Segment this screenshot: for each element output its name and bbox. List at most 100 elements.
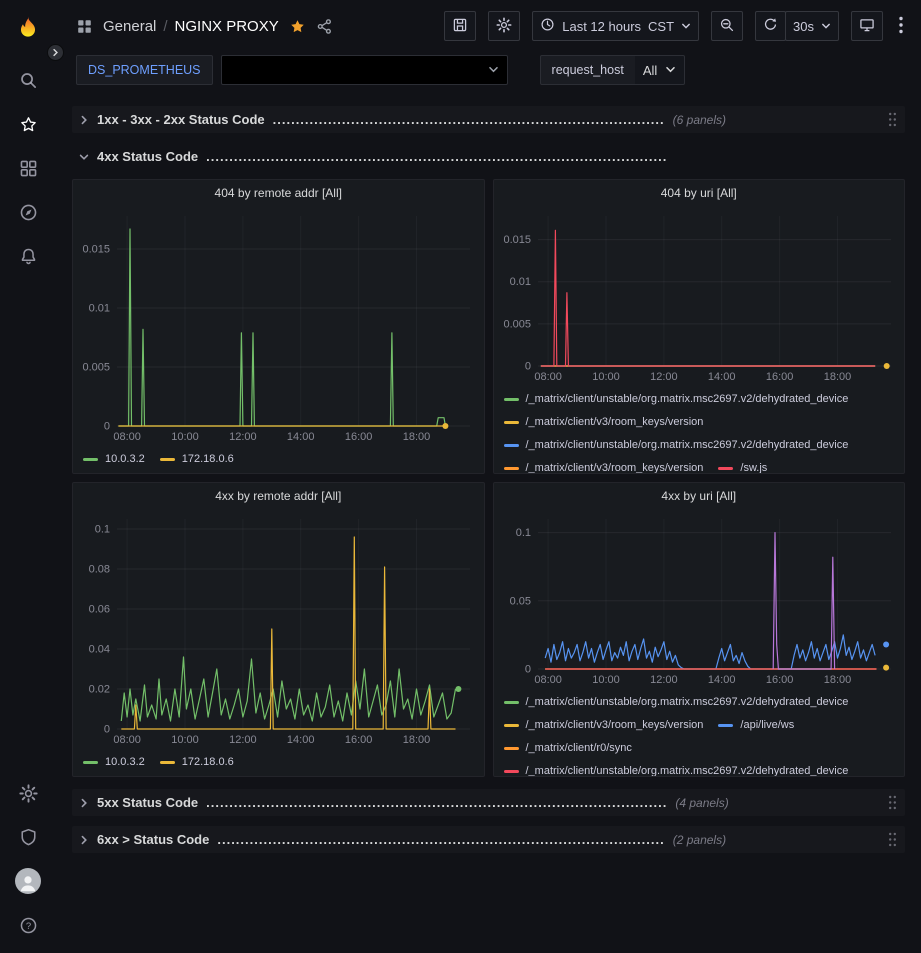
svg-text:14:00: 14:00 (707, 371, 735, 383)
save-dashboard-button[interactable] (444, 11, 476, 41)
legend-4xx-by-remote-addr: 10.0.3.2 172.18.0.6 (73, 747, 484, 771)
legend-series-label: 10.0.3.2 (105, 756, 145, 768)
chart-svg: 08:0010:0012:0014:0016:0018:0000.020.040… (73, 509, 484, 747)
sidebar-item-configuration[interactable] (8, 771, 48, 815)
svg-text:12:00: 12:00 (650, 371, 678, 383)
row-drag-handle[interactable] (887, 831, 898, 848)
row-5xx-status-code[interactable]: 5xx Status Code ........................… (72, 789, 905, 816)
svg-text:0.06: 0.06 (89, 604, 110, 616)
panel-title[interactable]: 4xx by remote addr [All] (73, 483, 484, 509)
legend-item[interactable]: /_matrix/client/v3/room_keys/version (504, 413, 704, 431)
legend-404-by-uri: /_matrix/client/unstable/org.matrix.msc2… (494, 384, 905, 473)
sidebar-item-server-admin[interactable] (8, 815, 48, 859)
svg-text:16:00: 16:00 (765, 371, 793, 383)
panel-title[interactable]: 404 by uri [All] (494, 180, 905, 206)
chart-4xx-by-remote-addr[interactable]: 08:0010:0012:0014:0016:0018:0000.020.040… (73, 509, 484, 747)
legend-series-marker (160, 761, 175, 764)
legend-series-label: /api/live/ws (740, 719, 794, 731)
legend-item[interactable]: 172.18.0.6 (160, 450, 234, 468)
refresh-interval-dropdown[interactable]: 30s (785, 11, 839, 41)
more-options-button[interactable] (895, 16, 907, 37)
svg-text:0.05: 0.05 (509, 595, 530, 607)
chevron-right-icon (79, 835, 89, 845)
chevron-right-icon (51, 45, 60, 60)
legend-item[interactable]: /_matrix/client/unstable/org.matrix.msc2… (504, 693, 849, 711)
row-6xx-status-code[interactable]: 6xx > Status Code ......................… (72, 826, 905, 853)
legend-series-marker (504, 770, 519, 773)
row-4xx-status-code[interactable]: 4xx Status Code ........................… (72, 143, 905, 170)
sidebar-item-alerting[interactable] (8, 234, 48, 278)
favorite-star-icon[interactable] (289, 18, 306, 35)
kebab-icon (899, 16, 903, 37)
zoom-out-button[interactable] (711, 11, 743, 41)
breadcrumb-dashboard-title[interactable]: NGINX PROXY (175, 18, 279, 35)
chart-404-by-remote-addr[interactable]: 08:0010:0012:0014:0016:0018:0000.0050.01… (73, 206, 484, 444)
svg-text:18:00: 18:00 (823, 674, 851, 686)
time-picker-button[interactable]: Last 12 hours CST (532, 11, 699, 41)
sidebar-item-profile[interactable] (8, 859, 48, 903)
user-avatar (15, 868, 41, 894)
variable-value-ds-prometheus[interactable] (221, 55, 508, 85)
svg-text:08:00: 08:00 (113, 431, 141, 443)
legend-item[interactable]: /_matrix/client/unstable/org.matrix.msc2… (504, 762, 849, 776)
sidebar-expand-button[interactable] (47, 44, 64, 61)
svg-text:0: 0 (104, 724, 110, 736)
variable-value-request-host[interactable]: All (635, 55, 685, 85)
svg-text:0: 0 (524, 664, 530, 676)
grafana-logo[interactable] (8, 8, 48, 48)
svg-text:12:00: 12:00 (650, 674, 678, 686)
legend-item[interactable]: 172.18.0.6 (160, 753, 234, 771)
refresh-button[interactable] (755, 11, 786, 41)
breadcrumb-folder[interactable]: General (103, 18, 156, 35)
gear-icon (19, 784, 38, 803)
sidebar-item-explore[interactable] (8, 190, 48, 234)
legend-item[interactable]: /_matrix/client/v3/room_keys/version (504, 716, 704, 734)
row-title: 4xx Status Code (97, 149, 198, 164)
legend-series-label: /_matrix/client/unstable/org.matrix.msc2… (526, 696, 849, 708)
kiosk-mode-button[interactable] (851, 11, 883, 41)
legend-item[interactable]: /_matrix/client/v3/room_keys/version (504, 459, 704, 473)
row-title: 1xx - 3xx - 2xx Status Code (97, 112, 265, 127)
bell-icon (19, 247, 38, 266)
svg-text:10:00: 10:00 (171, 734, 199, 746)
legend-series-label: 172.18.0.6 (182, 453, 234, 465)
row-1xx-3xx-2xx-status-code[interactable]: 1xx - 3xx - 2xx Status Code ............… (72, 106, 905, 133)
grafana-flame-icon (15, 15, 41, 41)
chart-404-by-uri[interactable]: 08:0010:0012:0014:0016:0018:0000.0050.01… (494, 206, 905, 384)
row-drag-handle[interactable] (887, 111, 898, 128)
legend-item[interactable]: 10.0.3.2 (83, 753, 145, 771)
row-leader-dots: ........................................… (217, 832, 664, 847)
share-icon[interactable] (316, 18, 333, 35)
dashboard-settings-button[interactable] (488, 11, 520, 41)
legend-item[interactable]: /_matrix/client/unstable/org.matrix.msc2… (504, 390, 849, 408)
panel-title[interactable]: 404 by remote addr [All] (73, 180, 484, 206)
dashboard-canvas: 1xx - 3xx - 2xx Status Code ............… (56, 94, 921, 953)
chevron-right-icon (79, 115, 89, 125)
legend-series-marker (718, 724, 733, 727)
sidebar-item-help[interactable]: ? (8, 903, 48, 947)
sidebar-item-search[interactable] (8, 58, 48, 102)
svg-text:0.005: 0.005 (503, 318, 531, 330)
panel-404-by-uri: 404 by uri [All] 08:0010:0012:0014:0016:… (493, 179, 906, 474)
panel-404-by-remote-addr: 404 by remote addr [All] 08:0010:0012:00… (72, 179, 485, 474)
row-drag-handle[interactable] (887, 794, 898, 811)
sidebar-item-dashboards[interactable] (8, 146, 48, 190)
panel-title[interactable]: 4xx by uri [All] (494, 483, 905, 509)
legend-item[interactable]: /_matrix/client/r0/sync (504, 739, 632, 757)
panel-title-text: 4xx by remote addr [All] (215, 489, 341, 503)
chart-4xx-by-uri[interactable]: 08:0010:0012:0014:0016:0018:0000.050.1 (494, 509, 905, 687)
dashboard-grid-icon[interactable] (76, 18, 93, 35)
legend-item[interactable]: /sw.js (718, 459, 767, 473)
legend-item[interactable]: /api/live/ws (718, 716, 794, 734)
sidebar: ? (0, 0, 56, 953)
legend-item[interactable]: /_matrix/client/unstable/org.matrix.msc2… (504, 436, 849, 454)
legend-item[interactable]: 10.0.3.2 (83, 450, 145, 468)
sidebar-item-starred[interactable] (8, 102, 48, 146)
main-area: General / NGINX PROXY (56, 0, 921, 953)
save-icon (452, 17, 468, 36)
variable-value-text: All (643, 63, 657, 78)
legend-series-marker (83, 761, 98, 764)
row-title: 6xx > Status Code (97, 832, 209, 847)
legend-series-label: /_matrix/client/r0/sync (526, 742, 632, 754)
legend-series-marker (504, 747, 519, 750)
